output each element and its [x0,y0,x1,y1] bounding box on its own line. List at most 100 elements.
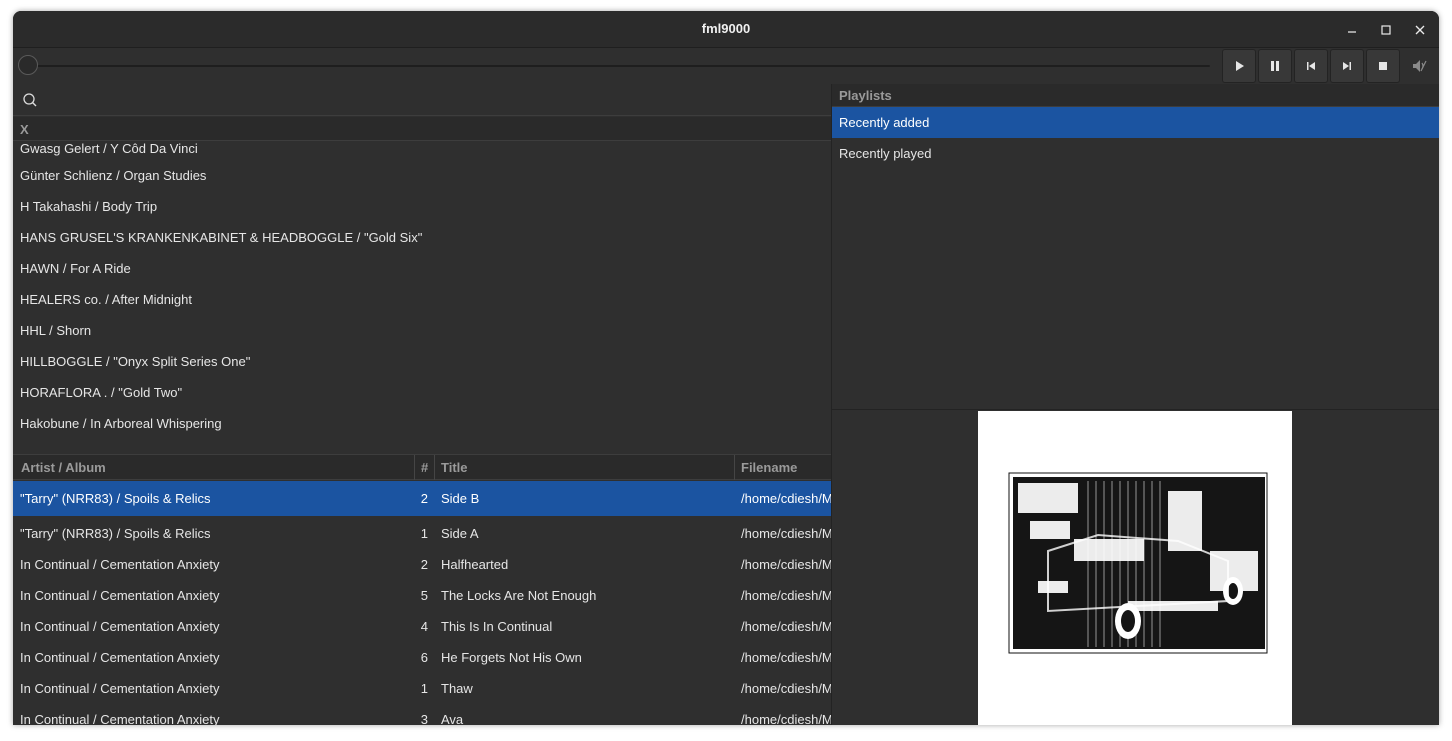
track-table-header: Artist / Album # Title Filename [13,455,831,480]
cell-title: Side B [441,491,480,506]
cell-filename: /home/cdiesh/M [741,491,831,506]
column-divider[interactable] [734,455,735,480]
window-title: fml9000 [701,21,751,36]
library-pane: X Gwasg Gelert / Y Côd Da Vinci Günter S… [13,84,831,725]
cell-artist: In Continual / Cementation Anxiety [20,712,220,725]
cell-title: He Forgets Not His Own [441,650,582,665]
volume-button[interactable] [1402,49,1436,83]
table-row[interactable]: In Continual / Cementation Anxiety 1 Tha… [13,673,831,704]
cell-title: Side A [441,526,479,541]
play-button[interactable] [1222,49,1256,83]
column-header-number[interactable]: # [421,460,428,475]
stop-icon [1379,62,1387,70]
pause-icon [1271,61,1279,71]
list-item[interactable]: HAWN / For A Ride [13,258,831,289]
column-header-artist[interactable]: Artist / Album [21,460,106,475]
cell-title: Thaw [441,681,473,696]
album-art-panel [832,409,1439,725]
side-pane: Playlists Recently added Recently played [831,84,1439,725]
cell-artist: In Continual / Cementation Anxiety [20,619,220,634]
cell-artist: In Continual / Cementation Anxiety [20,588,220,603]
seek-handle[interactable] [18,55,38,75]
stop-button[interactable] [1366,49,1400,83]
cell-number: 1 [420,681,428,696]
list-item[interactable]: Gwasg Gelert / Y Côd Da Vinci [13,142,831,165]
album-art [978,411,1292,725]
cell-number: 5 [420,588,428,603]
list-item[interactable]: HILLBOGGLE / "Onyx Split Series One" [13,351,831,382]
cell-number: 2 [420,491,428,506]
close-icon [1415,25,1425,35]
cell-title: This Is In Continual [441,619,553,634]
cell-filename: /home/cdiesh/M [741,619,831,634]
cell-artist: In Continual / Cementation Anxiety [20,681,220,696]
playlists-title: Playlists [839,88,892,103]
table-row[interactable]: In Continual / Cementation Anxiety 5 The… [13,580,831,611]
cell-title: Halfhearted [441,557,509,572]
album-list-header[interactable]: X [13,117,831,141]
cell-title: The Locks Are Not Enough [441,588,597,603]
play-icon [1236,61,1244,71]
cell-filename: /home/cdiesh/M [741,650,831,665]
cell-artist: "Tarry" (NRR83) / Spoils & Relics [20,526,211,541]
cell-number: 3 [420,712,428,725]
title-bar: fml9000 [13,11,1439,48]
cell-title: Ava [441,712,464,725]
cell-artist: "Tarry" (NRR83) / Spoils & Relics [20,491,211,506]
list-item[interactable]: Hakobune / In Arboreal Whispering [13,413,831,444]
album-list[interactable]: Gwasg Gelert / Y Côd Da Vinci Günter Sch… [13,142,831,454]
skip-previous-icon [1307,62,1315,70]
maximize-icon [1381,25,1391,35]
minimize-icon [1348,31,1356,33]
playlists-header[interactable]: Playlists [832,84,1439,107]
table-row[interactable]: "Tarry" (NRR83) / Spoils & Relics 1 Side… [13,516,831,549]
list-item[interactable]: H Takahashi / Body Trip [13,196,831,227]
cell-filename: /home/cdiesh/M [741,712,831,725]
skip-next-icon [1343,62,1351,70]
next-button[interactable] [1330,49,1364,83]
table-row[interactable]: In Continual / Cementation Anxiety 6 He … [13,642,831,673]
list-item[interactable]: HHL / Shorn [13,320,831,351]
list-item[interactable]: HANS GRUSEL'S KRANKENKABINET & HEADBOGGL… [13,227,831,258]
cell-artist: In Continual / Cementation Anxiety [20,557,220,572]
list-item[interactable]: HEALERS co. / After Midnight [13,289,831,320]
minimize-button[interactable] [1340,18,1364,42]
seek-slider[interactable] [29,65,1210,67]
table-row[interactable]: "Tarry" (NRR83) / Spoils & Relics 2 Side… [13,481,831,516]
cell-filename: /home/cdiesh/M [741,588,831,603]
close-button[interactable] [1408,18,1432,42]
previous-button[interactable] [1294,49,1328,83]
cell-filename: /home/cdiesh/M [741,557,831,572]
volume-muted-icon [1413,60,1427,72]
table-row[interactable]: In Continual / Cementation Anxiety 2 Hal… [13,549,831,580]
search-bar [13,84,831,116]
table-row[interactable]: In Continual / Cementation Anxiety 4 Thi… [13,611,831,642]
column-header-title[interactable]: Title [441,460,468,475]
playlist-list[interactable]: Recently added Recently played [832,107,1439,408]
album-art-image [1008,472,1268,654]
playlist-item-recently-played[interactable]: Recently played [832,138,1439,169]
player-toolbar [13,48,1439,84]
cell-filename: /home/cdiesh/M [741,526,831,541]
pause-button[interactable] [1258,49,1292,83]
cell-filename: /home/cdiesh/M [741,681,831,696]
table-row[interactable]: In Continual / Cementation Anxiety 3 Ava… [13,704,831,725]
column-header-filename[interactable]: Filename [741,460,797,475]
column-divider[interactable] [434,455,435,480]
app-window: fml9000 X Gwasg Gelert / Y Côd Da Vinci … [13,11,1439,725]
cell-number: 4 [420,619,428,634]
search-input[interactable] [47,88,817,112]
track-table: Artist / Album # Title Filename "Tarry" … [13,454,831,725]
track-rows: "Tarry" (NRR83) / Spoils & Relics 2 Side… [13,481,831,725]
cell-number: 6 [420,650,428,665]
maximize-button[interactable] [1374,18,1398,42]
list-item[interactable]: Günter Schlienz / Organ Studies [13,165,831,196]
cell-number: 2 [420,557,428,572]
playlist-item-recently-added[interactable]: Recently added [832,107,1439,138]
list-item[interactable]: HORAFLORA . / "Gold Two" [13,382,831,413]
column-divider[interactable] [414,455,415,480]
cell-number: 1 [420,526,428,541]
cell-artist: In Continual / Cementation Anxiety [20,650,220,665]
search-icon [23,93,37,107]
album-column-title: X [20,122,29,137]
